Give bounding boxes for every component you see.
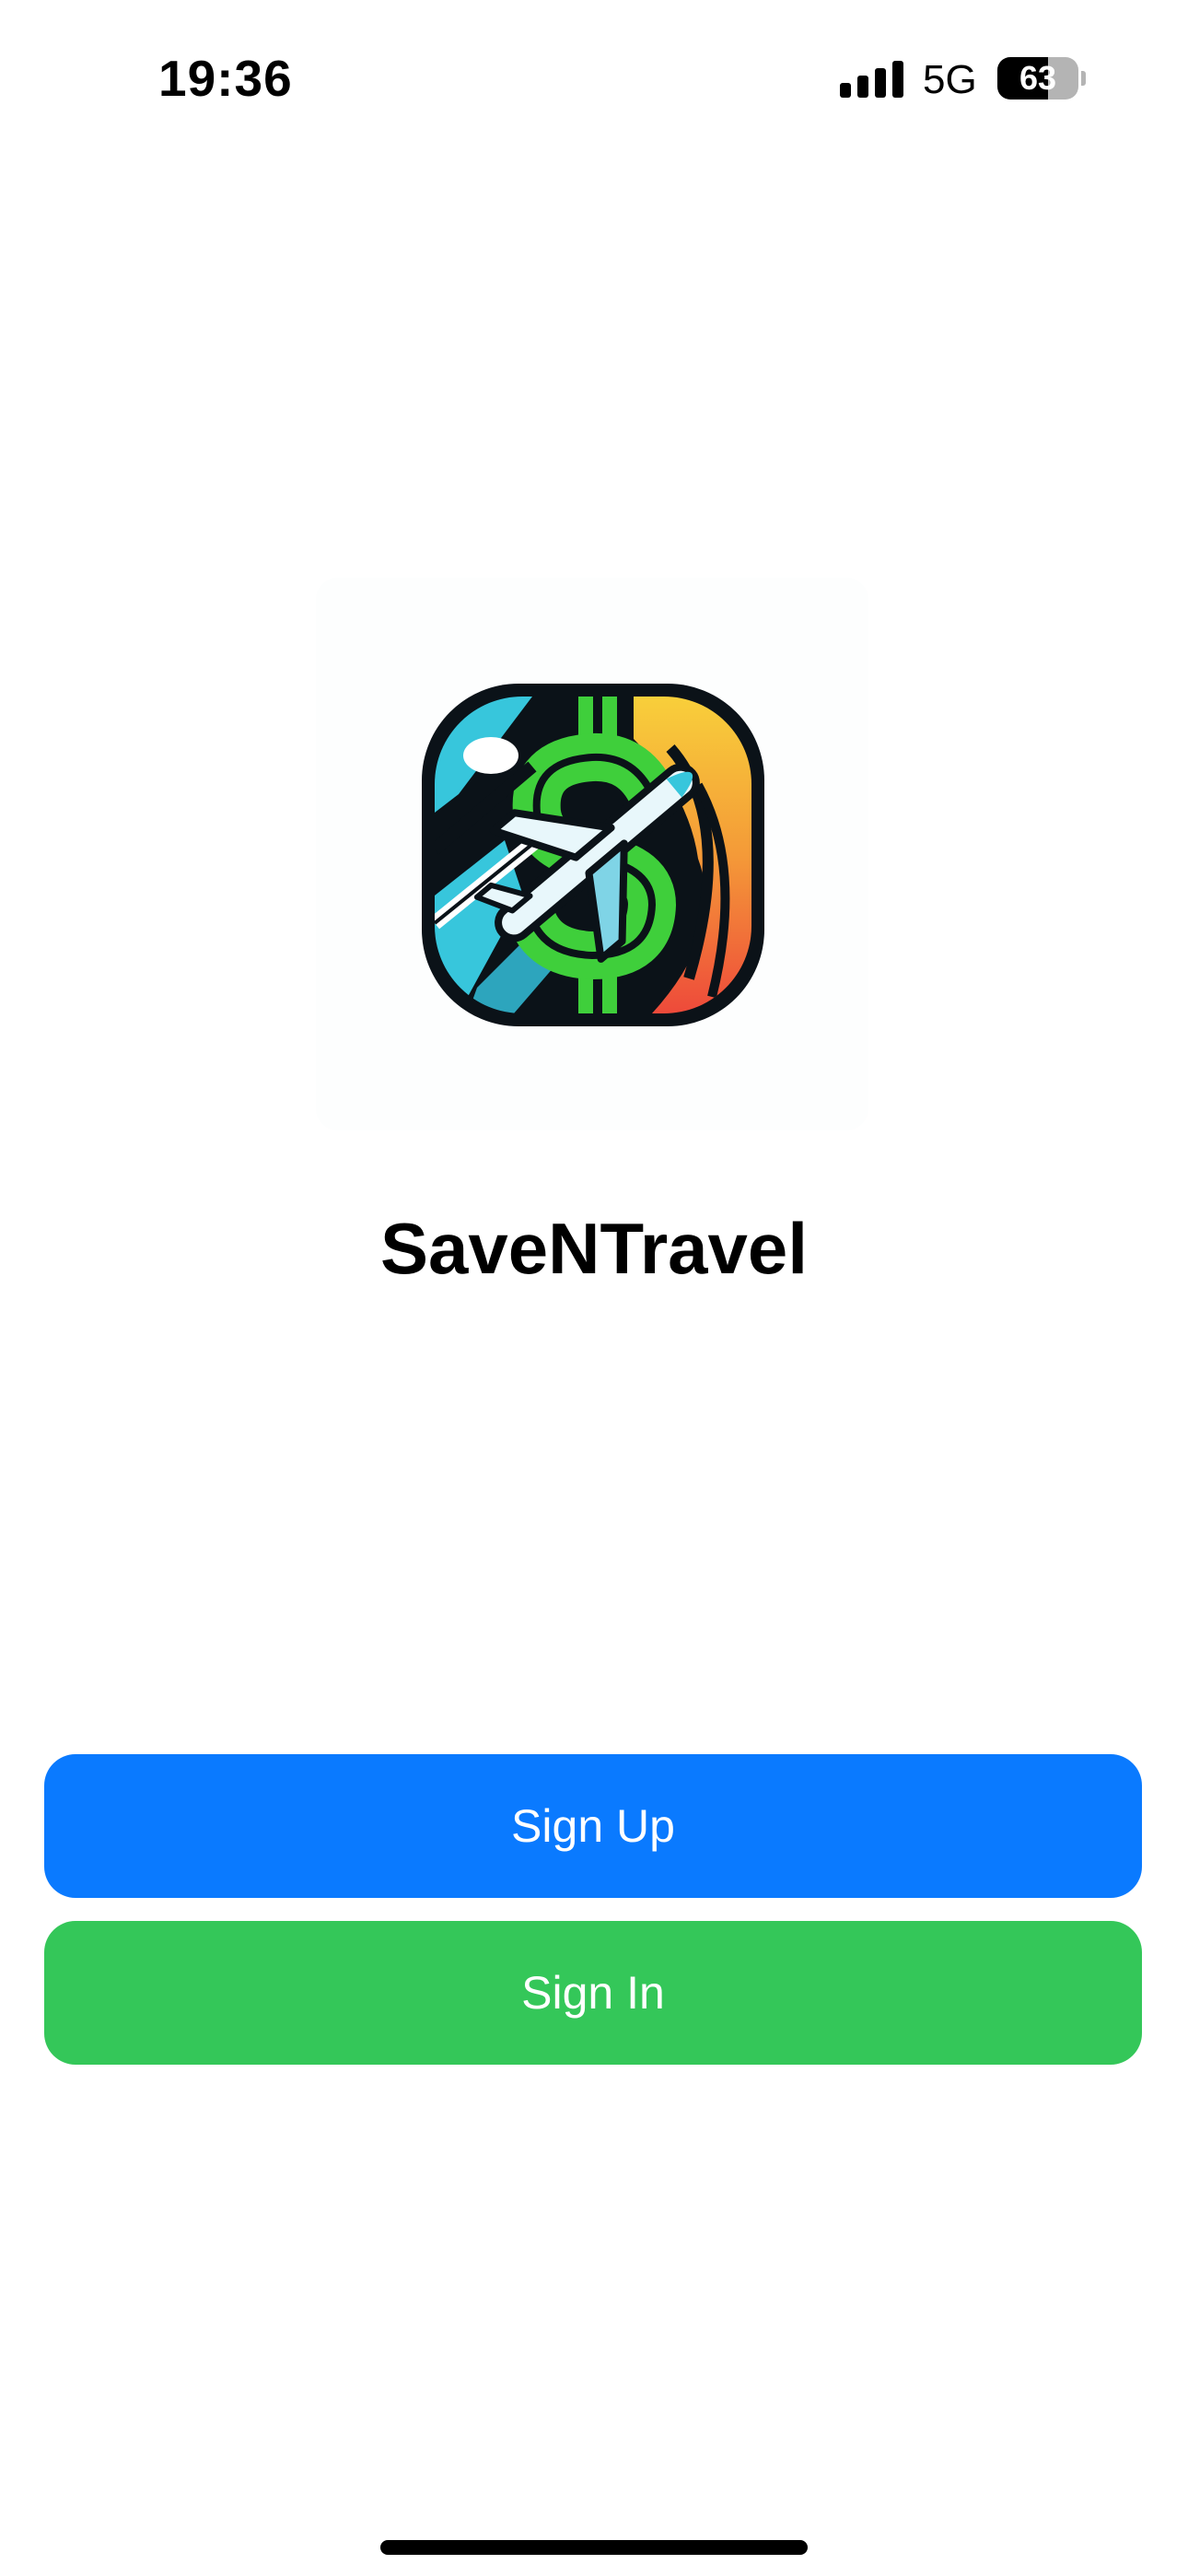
sign-up-button[interactable]: Sign Up bbox=[44, 1754, 1142, 1898]
status-bar: 19:36 5G 63 bbox=[0, 0, 1188, 157]
battery-nub bbox=[1081, 71, 1086, 86]
battery-icon: 63 bbox=[997, 57, 1086, 100]
sign-in-button[interactable]: Sign In bbox=[44, 1921, 1142, 2065]
app-logo-icon bbox=[422, 684, 764, 1026]
signal-bars-icon bbox=[840, 61, 903, 98]
home-indicator[interactable] bbox=[380, 2540, 808, 2555]
battery-body: 63 bbox=[997, 57, 1078, 100]
app-title: SaveNTravel bbox=[379, 1208, 808, 1289]
network-type: 5G bbox=[923, 57, 977, 102]
status-time: 19:36 bbox=[158, 50, 293, 107]
battery-level: 63 bbox=[1019, 59, 1057, 97]
